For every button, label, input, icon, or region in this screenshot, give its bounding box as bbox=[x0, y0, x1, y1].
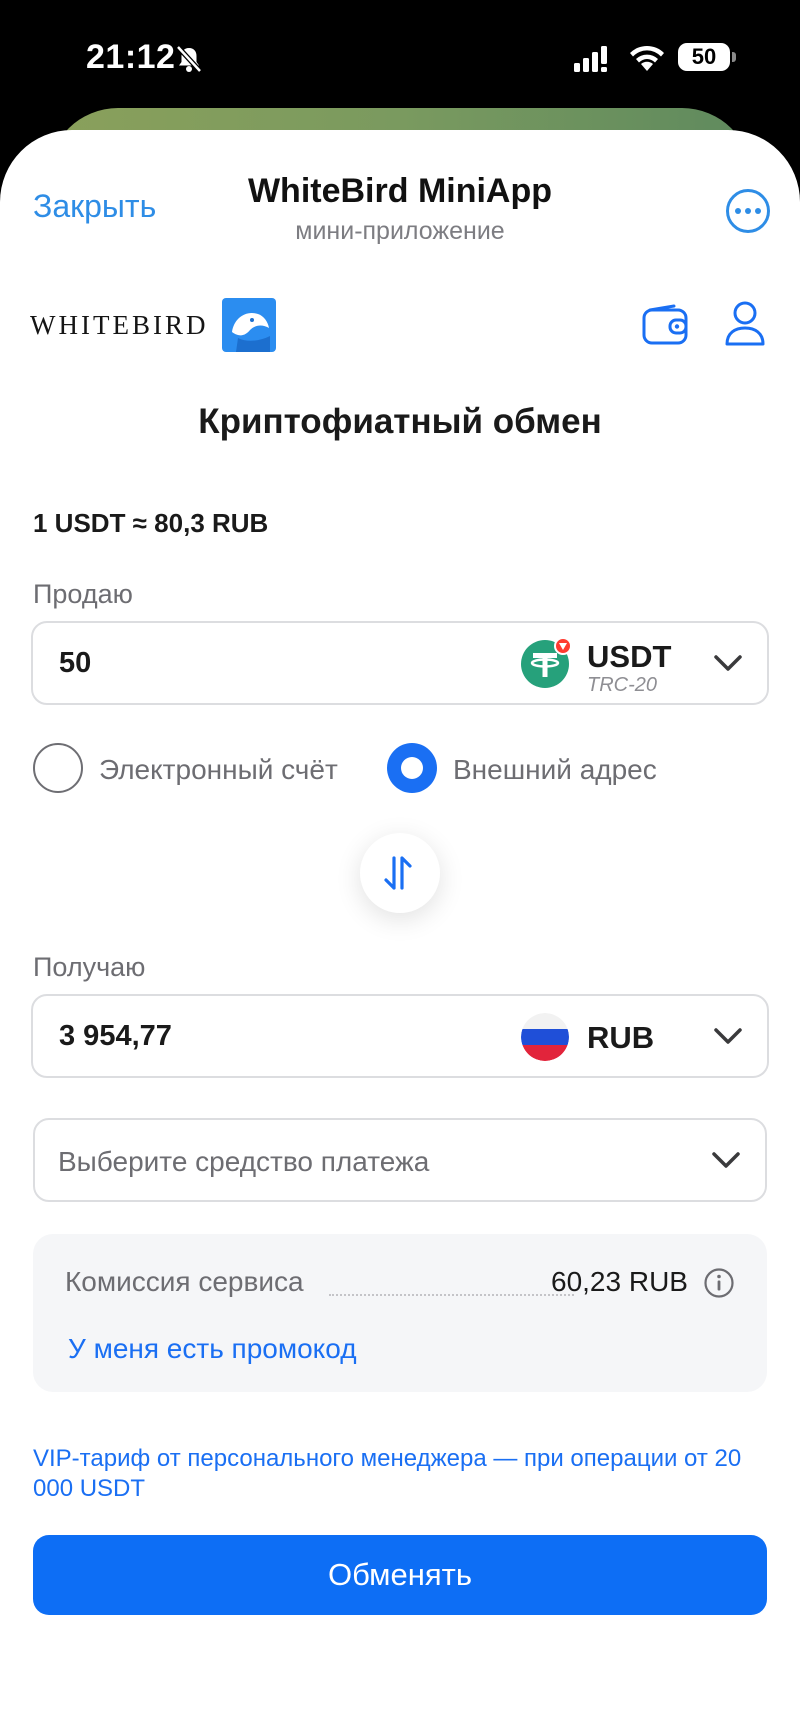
fee-value: 60,23 RUB bbox=[551, 1266, 688, 1297]
wallet-icon[interactable] bbox=[642, 304, 688, 346]
vip-tariff-link[interactable]: VIP-тариф от персонального менеджера — п… bbox=[33, 1444, 773, 1504]
app-subtitle: мини-приложение bbox=[295, 217, 505, 245]
chevron-down-icon[interactable] bbox=[713, 1024, 743, 1048]
radio-label-external-address[interactable]: Внешний адрес bbox=[453, 754, 657, 786]
payment-method-select[interactable]: Выберите средство платежа bbox=[33, 1118, 767, 1202]
more-icon[interactable] bbox=[726, 189, 770, 233]
exchange-rate: 1 USDT ≈ 80,3 RUB bbox=[33, 508, 269, 538]
status-bar: 21:12 50 bbox=[0, 0, 800, 110]
radio-electronic-account[interactable] bbox=[33, 743, 83, 793]
receive-label: Получаю bbox=[33, 952, 146, 982]
sell-label: Продаю bbox=[33, 579, 133, 609]
app-title: WhiteBird MiniApp bbox=[247, 172, 553, 210]
battery-icon: 50 bbox=[678, 43, 730, 71]
radio-label-electronic-account[interactable]: Электронный счёт bbox=[99, 754, 338, 786]
source-radio-group: Электронный счёт Внешний адрес bbox=[31, 743, 771, 795]
page-title: Криптофиатный обмен bbox=[198, 402, 602, 441]
receive-amount-value[interactable]: 3 954,77 bbox=[59, 1020, 172, 1053]
user-icon[interactable] bbox=[724, 300, 766, 346]
fee-leader-dots bbox=[329, 1294, 574, 1296]
sell-currency-selector[interactable]: USDT TRC-20 bbox=[521, 637, 681, 696]
sell-amount-field[interactable]: 50 USDT TRC-20 bbox=[31, 621, 769, 705]
fee-label: Комиссия сервиса bbox=[65, 1266, 304, 1297]
tether-icon bbox=[521, 637, 572, 688]
signal-icon bbox=[574, 46, 607, 72]
battery-tip bbox=[732, 52, 736, 62]
status-time: 21:12 bbox=[86, 38, 176, 76]
swap-button[interactable] bbox=[360, 833, 440, 913]
brand-wordmark: WHITEBIRD bbox=[30, 309, 209, 340]
sell-currency-code: USDT bbox=[587, 639, 672, 674]
russia-flag-icon bbox=[521, 1013, 569, 1061]
sell-network: TRC-20 bbox=[587, 674, 658, 696]
payment-method-placeholder: Выберите средство платежа bbox=[58, 1146, 430, 1177]
exchange-button[interactable]: Обменять bbox=[33, 1535, 767, 1615]
receive-currency-selector[interactable]: RUB bbox=[521, 1010, 681, 1064]
telegram-header: Закрыть WhiteBird MiniApp мини-приложени… bbox=[0, 130, 800, 250]
bell-slash-icon bbox=[176, 45, 202, 73]
radio-external-address[interactable] bbox=[387, 743, 437, 793]
bird-logo-icon bbox=[222, 298, 277, 352]
promo-code-link[interactable]: У меня есть промокод bbox=[68, 1333, 357, 1365]
chevron-down-icon[interactable] bbox=[711, 1148, 741, 1172]
receive-currency-code: RUB bbox=[587, 1020, 655, 1055]
brand-logo[interactable]: WHITEBIRD bbox=[30, 298, 277, 352]
wifi-icon bbox=[630, 45, 664, 71]
fee-card: Комиссия сервиса 60,23 RUB У меня есть п… bbox=[33, 1234, 767, 1392]
swap-arrows-icon bbox=[384, 856, 412, 890]
sell-amount-value[interactable]: 50 bbox=[59, 647, 91, 680]
receive-amount-field[interactable]: 3 954,77 RUB bbox=[31, 994, 769, 1078]
chevron-down-icon[interactable] bbox=[713, 651, 743, 675]
info-icon[interactable] bbox=[703, 1267, 735, 1299]
mini-app-sheet: Закрыть WhiteBird MiniApp мини-приложени… bbox=[0, 130, 800, 1734]
